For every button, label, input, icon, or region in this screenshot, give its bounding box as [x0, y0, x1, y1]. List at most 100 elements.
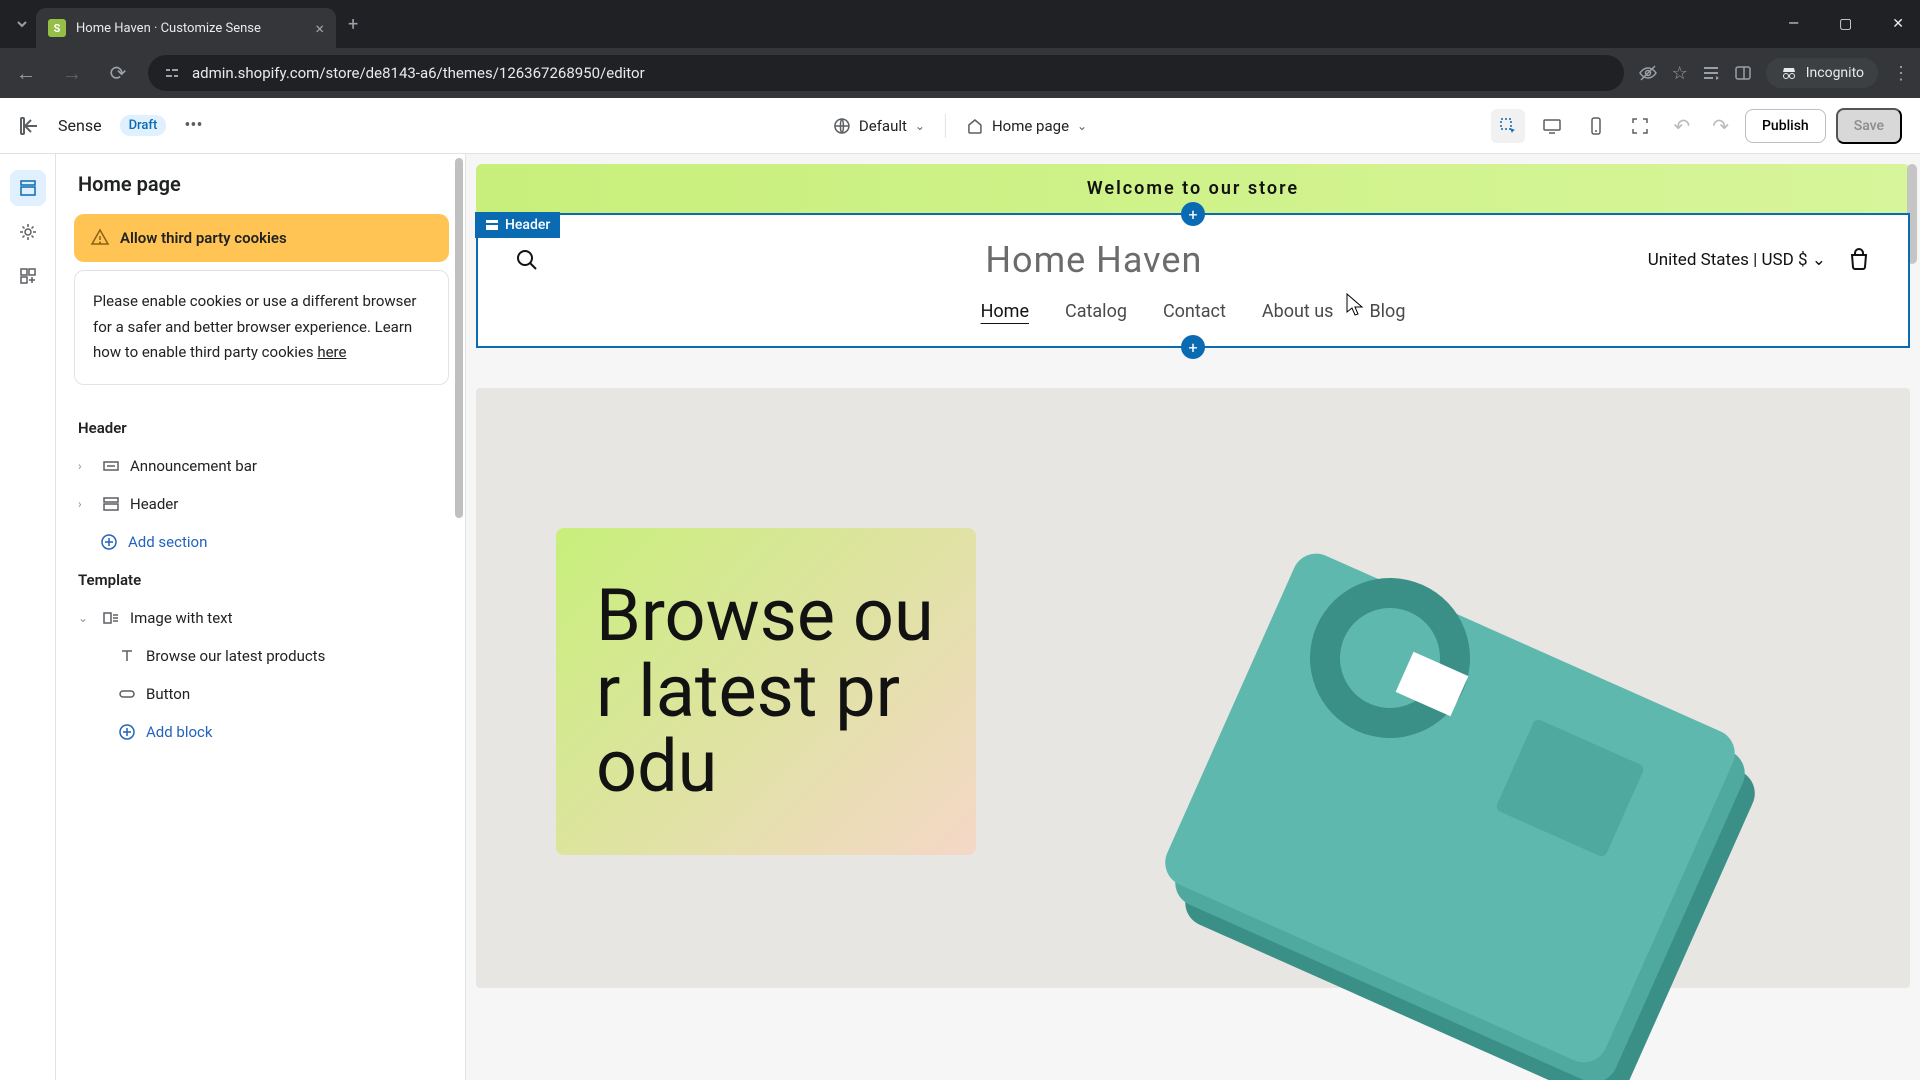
- address-bar[interactable]: admin.shopify.com/store/de8143-a6/themes…: [148, 55, 1624, 91]
- maximize-button[interactable]: ▢: [1831, 12, 1860, 36]
- block-heading[interactable]: Browse our latest products: [74, 637, 457, 675]
- add-section-label: Add section: [128, 533, 207, 551]
- chevron-down-icon: ⌄: [1077, 119, 1087, 133]
- search-icon[interactable]: [514, 247, 540, 273]
- section-image-with-text[interactable]: ⌄ Image with text: [74, 599, 457, 637]
- caret-icon: ›: [78, 497, 92, 511]
- incognito-icon: [1780, 64, 1798, 82]
- eye-off-icon[interactable]: [1638, 63, 1658, 83]
- forward-button[interactable]: →: [56, 61, 88, 86]
- nav-blog[interactable]: Blog: [1369, 301, 1405, 322]
- locale-selector[interactable]: United States | USD $ ⌄: [1648, 250, 1826, 270]
- shopify-theme-editor: Sense Draft ••• Default ⌄ Home page ⌄: [0, 98, 1920, 1080]
- topbar-right: ↶ ↷ Publish Save: [1491, 108, 1902, 144]
- add-section-header[interactable]: Add section: [74, 523, 457, 561]
- settings-rail-button[interactable]: [10, 214, 46, 250]
- fullscreen-view-button[interactable]: [1623, 109, 1657, 143]
- incognito-label: Incognito: [1806, 65, 1864, 81]
- section-label: Announcement bar: [130, 457, 257, 475]
- warning-icon: [90, 228, 110, 248]
- inspector-mode-button[interactable]: [1491, 109, 1525, 143]
- block-label: Browse our latest products: [146, 647, 325, 665]
- editor-topbar: Sense Draft ••• Default ⌄ Home page ⌄: [0, 98, 1920, 154]
- browser-menu-icon[interactable]: ⋮: [1892, 63, 1910, 84]
- tab-search-button[interactable]: [8, 10, 36, 38]
- store-name[interactable]: Home Haven: [985, 239, 1202, 281]
- undo-button[interactable]: ↶: [1667, 114, 1696, 138]
- header-row: Home Haven United States | USD $ ⌄: [514, 239, 1872, 281]
- section-label: Header: [130, 495, 178, 513]
- nav-home[interactable]: Home: [981, 301, 1029, 322]
- back-button[interactable]: ←: [10, 61, 42, 86]
- button-icon: [118, 685, 136, 703]
- plus-circle-icon: [118, 723, 136, 741]
- globe-icon: [833, 117, 851, 135]
- site-settings-icon[interactable]: [164, 65, 180, 81]
- url-text: admin.shopify.com/store/de8143-a6/themes…: [192, 64, 645, 82]
- chevron-down-icon: ⌄: [1812, 250, 1826, 270]
- mobile-view-button[interactable]: [1579, 109, 1613, 143]
- sections-rail-button[interactable]: [10, 170, 46, 206]
- cookie-detail-card: Please enable cookies or use a different…: [74, 270, 449, 385]
- section-icon: [102, 495, 120, 513]
- incognito-chip[interactable]: Incognito: [1766, 58, 1878, 88]
- tab-close-button[interactable]: ×: [315, 19, 324, 38]
- section-announcement-bar[interactable]: › Announcement bar: [74, 447, 457, 485]
- save-button: Save: [1836, 108, 1902, 144]
- image-with-text-preview[interactable]: Browse our latest produ: [476, 388, 1910, 988]
- text-icon: [118, 647, 136, 665]
- desktop-view-button[interactable]: [1535, 109, 1569, 143]
- sections-panel[interactable]: Home page Allow third party cookies Plea…: [56, 154, 466, 1080]
- browser-tab[interactable]: S Home Haven · Customize Sense ×: [36, 8, 336, 48]
- close-window-button[interactable]: ✕: [1884, 12, 1912, 36]
- topbar-center: Default ⌄ Home page ⌄: [833, 114, 1087, 138]
- cookie-here-link[interactable]: here: [317, 343, 346, 361]
- redo-button[interactable]: ↷: [1706, 114, 1735, 138]
- page-selector[interactable]: Home page ⌄: [966, 117, 1087, 135]
- caret-icon: ›: [78, 459, 92, 473]
- more-actions-button[interactable]: •••: [184, 115, 202, 136]
- cart-icon[interactable]: [1846, 247, 1872, 273]
- exit-editor-button[interactable]: [18, 115, 40, 137]
- hero-heading: Browse our latest produ: [596, 578, 936, 805]
- section-header[interactable]: › Header: [74, 485, 457, 523]
- hero-image: [976, 388, 1910, 988]
- section-icon: [102, 457, 120, 475]
- block-button[interactable]: Button: [74, 675, 457, 713]
- panel-scrollbar[interactable]: [455, 158, 463, 518]
- plus-circle-icon: [100, 533, 118, 551]
- editor-body: Home page Allow third party cookies Plea…: [0, 154, 1920, 1080]
- add-section-after-button[interactable]: +: [1181, 335, 1205, 359]
- template-group-label: Template: [74, 561, 457, 599]
- header-section-preview[interactable]: + + Home Haven United States | USD $ ⌄: [476, 213, 1910, 348]
- divider: [945, 114, 946, 138]
- block-label: Button: [146, 685, 190, 703]
- publish-button[interactable]: Publish: [1745, 109, 1826, 143]
- apps-rail-button[interactable]: [10, 258, 46, 294]
- add-block[interactable]: Add block: [74, 713, 457, 751]
- window-controls: — ▢ ✕: [1780, 12, 1912, 36]
- section-icon: [485, 218, 499, 232]
- caret-down-icon: ⌄: [78, 611, 92, 625]
- template-selector[interactable]: Default ⌄: [833, 117, 925, 135]
- hero-text-card[interactable]: Browse our latest produ: [556, 528, 976, 855]
- section-label: Image with text: [130, 609, 233, 627]
- tshirt-illustration: [1170, 568, 1790, 1068]
- add-section-before-button[interactable]: +: [1181, 202, 1205, 226]
- media-control-icon[interactable]: [1702, 64, 1720, 82]
- minimize-button[interactable]: —: [1780, 12, 1807, 36]
- page-name: Home page: [992, 117, 1069, 135]
- nav-contact[interactable]: Contact: [1163, 301, 1226, 322]
- panel-title: Home page: [74, 172, 457, 196]
- reload-button[interactable]: ⟳: [102, 61, 134, 85]
- preview-canvas[interactable]: Welcome to our store Header + + Home Hav…: [466, 154, 1920, 1080]
- bookmark-star-icon[interactable]: ☆: [1672, 63, 1688, 84]
- nav-catalog[interactable]: Catalog: [1065, 301, 1127, 322]
- cookie-banner-text: Allow third party cookies: [120, 229, 287, 247]
- nav-about-us[interactable]: About us: [1262, 301, 1334, 322]
- sidepanel-icon[interactable]: [1734, 64, 1752, 82]
- new-tab-button[interactable]: +: [336, 14, 370, 35]
- theme-name: Sense: [58, 116, 102, 135]
- cookie-warning-banner[interactable]: Allow third party cookies: [74, 214, 449, 262]
- section-selection-label[interactable]: Header: [475, 212, 560, 238]
